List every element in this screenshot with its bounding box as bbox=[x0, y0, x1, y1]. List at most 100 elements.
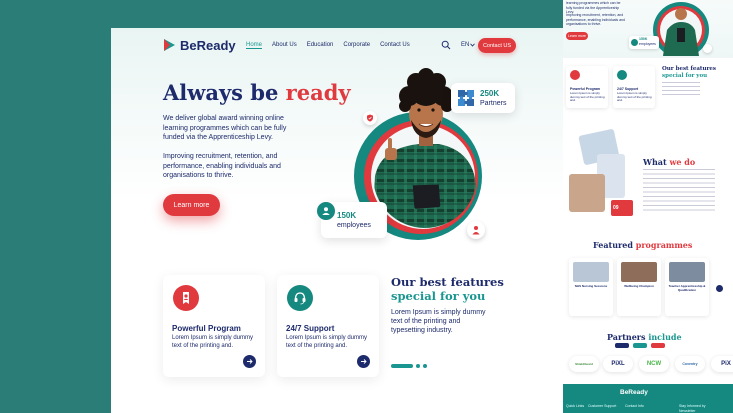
preview-footer-col: Customer Support bbox=[588, 404, 617, 408]
preview-user-icon bbox=[631, 39, 638, 46]
preview-program-image bbox=[573, 262, 609, 282]
preview-partner-tag bbox=[615, 343, 629, 348]
chevron-down-icon bbox=[470, 43, 476, 47]
full-page-preview: learning programmes which can be fully f… bbox=[563, 0, 733, 413]
preview-featured-accent: programmes bbox=[635, 240, 693, 250]
preview-employees-value: 150K bbox=[639, 37, 648, 41]
preview-features-heading-line1: Our best features bbox=[662, 66, 716, 72]
preview-partner-logo: ShieldGuard bbox=[569, 356, 599, 372]
preview-program-card: Teacher Apprenticeship & Qualification bbox=[665, 258, 709, 316]
preview-partners-accent: include bbox=[648, 332, 682, 342]
preview-card-text: Lorem Ipsum is simply dummy text of the … bbox=[617, 91, 652, 102]
headset-icon bbox=[287, 285, 313, 311]
feature-text: Lorem Ipsum is simply dummy text of the … bbox=[286, 335, 368, 349]
search-icon[interactable] bbox=[441, 40, 451, 50]
hero-paragraph-2: Improving recruitment, retention, and pe… bbox=[163, 153, 281, 179]
contact-us-button[interactable]: Contact US bbox=[478, 38, 516, 53]
features-heading-line2: special for you bbox=[391, 289, 486, 303]
partners-stat-card: 250K Partners bbox=[451, 83, 515, 113]
preview-person-icon bbox=[703, 44, 712, 53]
preview-partner-tag bbox=[651, 343, 665, 348]
arrow-right-icon[interactable] bbox=[243, 355, 256, 368]
nav-link-home[interactable]: Home bbox=[246, 42, 263, 49]
preview-hero-text-2: Improving recruitment, retention, and pe… bbox=[566, 13, 625, 26]
preview-program-card: Wellbeing Champion bbox=[617, 258, 661, 316]
logo[interactable]: BeReady bbox=[161, 37, 236, 53]
arrow-right-icon[interactable] bbox=[357, 355, 370, 368]
preview-program-image bbox=[621, 262, 657, 282]
preview-what-we-do-heading: What we do bbox=[643, 157, 695, 167]
preview-footer-logo: BeReady bbox=[620, 389, 648, 396]
preview-partners-heading: Partners include bbox=[607, 332, 682, 342]
nav-link-education[interactable]: Education bbox=[307, 42, 334, 49]
preview-what-we-do-main: What bbox=[643, 157, 667, 167]
preview-partner-logo: PiXL bbox=[603, 356, 633, 372]
preview-footer: BeReady Quick Links Customer Support Con… bbox=[563, 384, 733, 413]
preview-partner-tag bbox=[633, 343, 647, 348]
preview-features-text bbox=[662, 82, 700, 98]
preview-features-heading-line2: special for you bbox=[662, 73, 708, 79]
employees-stat-value: 150K bbox=[337, 210, 357, 220]
preview-program-title: NHS Nursing Sessions bbox=[574, 284, 608, 288]
nav-link-corporate[interactable]: Corporate bbox=[343, 42, 370, 49]
partners-stat-value: 250K bbox=[480, 88, 500, 98]
preview-badge-icon bbox=[570, 70, 580, 80]
preview-employees-card: 150K employees bbox=[629, 36, 659, 49]
logo-play-icon bbox=[164, 39, 175, 51]
hero-paragraph-1: We deliver global award winning online l… bbox=[163, 115, 287, 141]
preview-program-title: Teacher Apprenticeship & Qualification bbox=[668, 284, 706, 292]
person-icon bbox=[472, 226, 480, 235]
shield-icon bbox=[367, 114, 373, 122]
features-heading-line1: Our best features bbox=[391, 275, 504, 289]
preview-program-image bbox=[669, 262, 705, 282]
carousel-dot[interactable] bbox=[423, 364, 427, 368]
preview-program-title: Wellbeing Champion bbox=[624, 284, 654, 288]
preview-partner-logo: Coventry bbox=[675, 356, 705, 372]
learn-more-button[interactable]: Learn more bbox=[163, 194, 220, 216]
logo-text: BeReady bbox=[180, 37, 236, 53]
puzzle-icon bbox=[458, 90, 474, 106]
feature-text: Lorem Ipsum is simply dummy text of the … bbox=[172, 335, 254, 349]
partners-stat-label: Partners bbox=[480, 99, 507, 107]
preview-featured-heading: Featured programmes bbox=[593, 240, 692, 250]
preview-what-we-do-accent: we do bbox=[669, 157, 696, 167]
nav-link-about[interactable]: About Us bbox=[272, 42, 297, 49]
preview-partner-logo: NCW bbox=[639, 356, 669, 372]
preview-hero: learning programmes which can be fully f… bbox=[563, 0, 733, 58]
preview-footer-col: Stay Informed by Newsletter bbox=[679, 404, 706, 413]
language-label: EN bbox=[461, 42, 470, 48]
person-badge bbox=[467, 221, 485, 239]
nav-link-contact[interactable]: Contact Us bbox=[380, 42, 410, 49]
feature-title: 24/7 Support bbox=[286, 324, 335, 333]
preview-partners-main: Partners bbox=[607, 332, 646, 342]
feature-card-powerful-program[interactable]: Powerful Program Lorem Ipsum is simply d… bbox=[163, 275, 265, 377]
preview-what-we-do-collage bbox=[569, 129, 633, 216]
preview-footer-col: Quick Links bbox=[566, 404, 585, 408]
preview-card-support: 24/7 Support Lorem Ipsum is simply dummy… bbox=[613, 66, 655, 108]
preview-learn-more-button: Learn more bbox=[566, 32, 588, 40]
nav-links: Home About Us Education Corporate Contac… bbox=[246, 42, 410, 49]
preview-next-arrow-icon bbox=[716, 285, 723, 292]
shield-badge bbox=[363, 111, 377, 125]
carousel-dot[interactable] bbox=[416, 364, 420, 368]
carousel-dots[interactable] bbox=[391, 364, 427, 368]
preview-partner-logo: PiX bbox=[711, 356, 733, 372]
hero-title-main: Always be bbox=[163, 80, 279, 105]
user-icon bbox=[317, 202, 335, 220]
preview-features-heading: Our best features special for you bbox=[662, 66, 716, 80]
feature-card-support[interactable]: 24/7 Support Lorem Ipsum is simply dummy… bbox=[277, 275, 379, 377]
features-description: Lorem Ipsum is simply dummy text of the … bbox=[391, 309, 486, 334]
carousel-dot-active[interactable] bbox=[391, 364, 413, 368]
preview-featured-main: Featured bbox=[593, 240, 633, 250]
preview-what-we-do-text bbox=[643, 169, 715, 214]
preview-employees-label: employees bbox=[639, 42, 656, 46]
employees-stat-label: employees bbox=[337, 221, 371, 229]
preview-card-powerful: Powerful Program Lorem Ipsum is simply d… bbox=[566, 66, 608, 108]
feature-title: Powerful Program bbox=[172, 324, 241, 333]
preview-badge-value: 09 bbox=[613, 205, 619, 211]
features-heading: Our best features special for you bbox=[391, 275, 504, 303]
badge-icon bbox=[173, 285, 199, 311]
preview-card-text: Lorem Ipsum is simply dummy text of the … bbox=[570, 91, 605, 102]
preview-footer-col: Contact Info bbox=[625, 404, 644, 408]
language-selector[interactable]: EN bbox=[461, 42, 476, 48]
